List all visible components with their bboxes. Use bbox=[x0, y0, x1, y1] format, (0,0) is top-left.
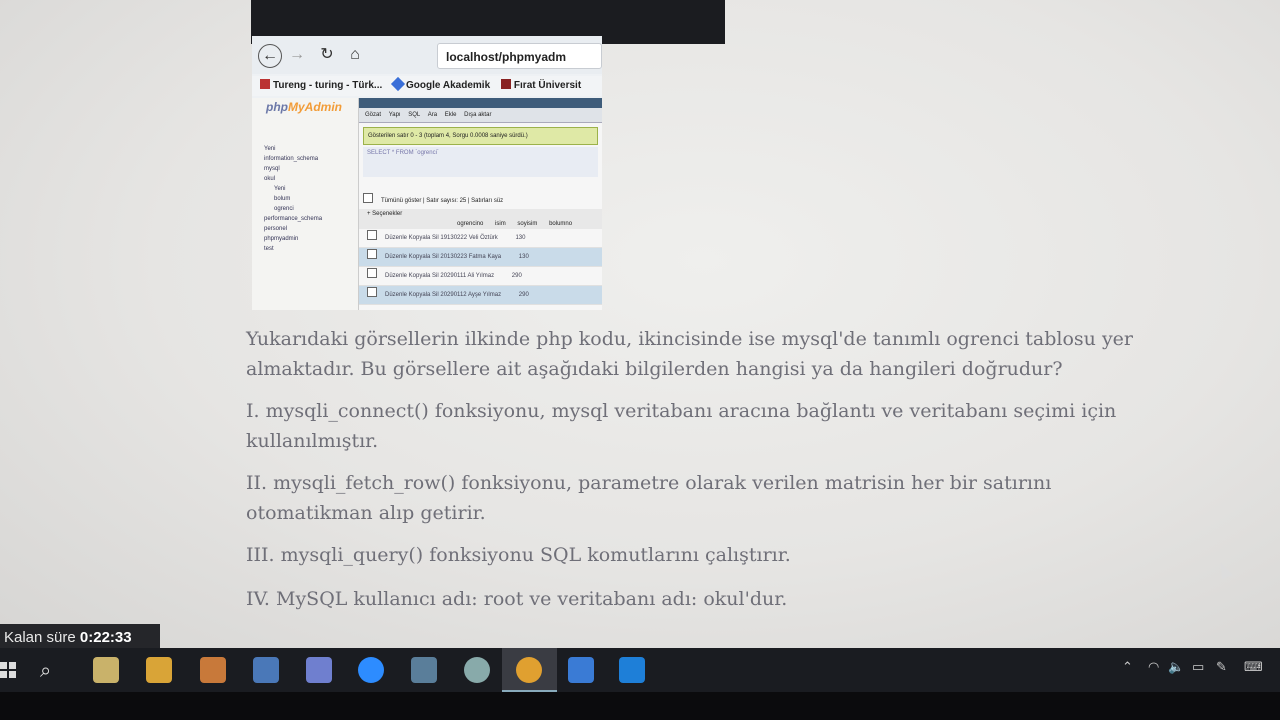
file-explorer-icon[interactable] bbox=[146, 657, 172, 683]
pma-topbar bbox=[359, 98, 602, 108]
tab-browse: Gözat bbox=[365, 112, 382, 118]
table-row: Düzenle Kopyala Sil 20290111 Ali Yılmaz … bbox=[359, 267, 602, 286]
table-row: Düzenle Kopyala Sil 20130223 Fatma Kaya … bbox=[359, 248, 602, 267]
wifi-icon[interactable]: ◠ bbox=[1148, 660, 1159, 675]
bookmark-google-akademik: Google Akademik bbox=[390, 76, 490, 96]
chrome-icon[interactable] bbox=[516, 657, 542, 683]
notepad-icon[interactable] bbox=[93, 657, 119, 683]
forward-icon: → bbox=[289, 46, 305, 63]
db-tree-item: Yeni bbox=[264, 146, 276, 152]
table-header: ogrencino isim soyisim bolumno bbox=[359, 219, 602, 229]
maps-icon[interactable] bbox=[464, 657, 490, 683]
reload-icon: ↻ bbox=[320, 46, 334, 63]
db-tree-item: ogrenci bbox=[274, 206, 294, 212]
mouse-cursor-icon bbox=[1215, 560, 1233, 580]
db-tree-item: performance_schema bbox=[264, 216, 323, 222]
db-tree-item: information_schema bbox=[264, 156, 319, 162]
zoom-icon[interactable] bbox=[358, 657, 384, 683]
phpmyadmin-sidebar: phpMyAdmin Yeni information_schema mysql… bbox=[252, 98, 359, 310]
tab-structure: Yapı bbox=[388, 112, 401, 118]
statement-2: II. mysqli_fetch_row() fonksiyonu, param… bbox=[246, 472, 1052, 524]
db-tree-item: okul bbox=[264, 176, 276, 182]
table-row: Düzenle Kopyala Sil 19130222 Veli Öztürk… bbox=[359, 229, 602, 248]
chevron-up-icon[interactable]: ⌃ bbox=[1122, 660, 1133, 675]
ide-icon[interactable] bbox=[253, 657, 279, 683]
db-tree-item: personel bbox=[264, 226, 288, 232]
options-label: + Seçenekler bbox=[359, 209, 602, 219]
table-row: Düzenle Kopyala Sil 20290112 Ayşe Yılmaz… bbox=[359, 286, 602, 305]
bookmarks-bar: Tureng - turing - Türk... Google Akademi… bbox=[252, 76, 602, 96]
success-message: Gösterilen satır 0 - 3 (toplam 4, Sorgu … bbox=[363, 127, 598, 145]
back-icon: ← bbox=[258, 44, 282, 68]
phpmyadmin-screenshot-image: ← → ↻ ⌂ localhost/phpmyadm Tureng - turi… bbox=[252, 36, 602, 310]
monitor-bezel bbox=[0, 692, 1280, 720]
bookmark-firat: Fırat Üniversit bbox=[500, 76, 581, 96]
office-icon[interactable] bbox=[200, 657, 226, 683]
db-tree-item: Yeni bbox=[274, 186, 286, 192]
db-tree-item: bolum bbox=[274, 196, 291, 202]
statement-1: I. mysqli_connect() fonksiyonu, mysql ve… bbox=[246, 400, 1117, 452]
photos-icon[interactable] bbox=[411, 657, 437, 683]
phpmyadmin-main: Gözat Yapı SQL Ara Ekle Dışa aktar Göste… bbox=[359, 98, 602, 310]
browser-toolbar: ← → ↻ ⌂ localhost/phpmyadm bbox=[252, 36, 602, 74]
volume-icon[interactable]: 🔈 bbox=[1168, 660, 1184, 675]
keyboard-icon[interactable]: ⌨ bbox=[1244, 660, 1263, 675]
battery-icon[interactable]: ▭ bbox=[1192, 660, 1204, 675]
tab-insert: Ekle bbox=[444, 112, 457, 118]
db-tree-item: mysql bbox=[264, 166, 280, 172]
windows-taskbar: ⌕ ⌃ ◠ 🔈 ▭ ✎ ⌨ bbox=[0, 648, 1280, 692]
windows-start-icon[interactable] bbox=[0, 660, 16, 680]
tab-search: Ara bbox=[427, 112, 438, 118]
statement-4: IV. MySQL kullanıcı adı: root ve veritab… bbox=[246, 588, 788, 610]
db-tree-item: test bbox=[264, 246, 274, 252]
address-bar: localhost/phpmyadm bbox=[437, 43, 602, 69]
sql-preview: SELECT * FROM `ogrenci` bbox=[363, 147, 598, 177]
pma-tabs: Gözat Yapı SQL Ara Ekle Dışa aktar bbox=[359, 108, 602, 123]
tab-sql: SQL bbox=[408, 112, 421, 118]
note-app-icon[interactable] bbox=[568, 657, 594, 683]
db-tree-item: phpmyadmin bbox=[264, 236, 299, 242]
tab-export: Dışa aktar bbox=[464, 112, 492, 118]
discord-icon[interactable] bbox=[306, 657, 332, 683]
home-icon: ⌂ bbox=[350, 46, 360, 63]
statement-3: III. mysqli_query() fonksiyonu SQL komut… bbox=[246, 544, 791, 566]
pen-icon[interactable]: ✎ bbox=[1216, 660, 1227, 675]
search-icon[interactable]: ⌕ bbox=[40, 658, 51, 682]
question-stem: Yukarıdaki görsellerin ilkinde php kodu,… bbox=[246, 328, 1134, 380]
phpmyadmin-logo: phpMyAdmin bbox=[266, 100, 342, 114]
filter-bar: Tümünü göster | Satır sayısı: 25 | Satır… bbox=[363, 193, 598, 209]
exam-page: ← → ↻ ⌂ localhost/phpmyadm Tureng - turi… bbox=[0, 0, 1280, 650]
teamviewer-icon[interactable] bbox=[619, 657, 645, 683]
bookmark-tureng: Tureng - turing - Türk... bbox=[260, 76, 382, 96]
